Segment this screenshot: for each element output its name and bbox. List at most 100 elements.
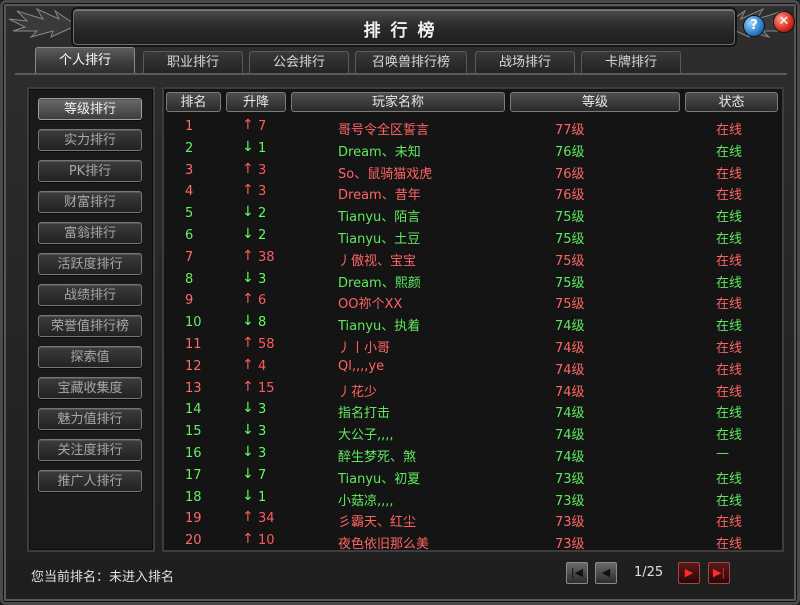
sidebar-item-power[interactable]: 实力排行 (38, 129, 142, 151)
table-row[interactable]: 2 ↓ 1 Dream、未知 76级 在线 (164, 139, 782, 160)
tab-battlefield[interactable]: 战场排行 (475, 51, 575, 73)
sidebar-item-charm[interactable]: 魅力值排行 (38, 408, 142, 430)
level-cell: 76级 (555, 144, 585, 160)
status-cell: 在线 (716, 493, 743, 509)
table-row[interactable]: 3 ↑ 3 So、鼠骑猫戏虎 76级 在线 (164, 161, 782, 182)
status-cell: 在线 (716, 428, 743, 444)
arrow-up-icon: ↑ (242, 160, 254, 177)
column-header-status[interactable]: 状态 (685, 92, 778, 112)
table-row[interactable]: 14 ↓ 3 指名打击 74级 在线 (164, 400, 782, 421)
arrow-down-icon: ↓ (242, 487, 254, 504)
sidebar-item-promoter[interactable]: 推广人排行 (38, 470, 142, 492)
status-cell: 在线 (716, 341, 743, 356)
player-name-cell: 丿傲视、宝宝 (338, 253, 417, 269)
table-row[interactable]: 13 ↑ 15 丿花少 74级 在线 (164, 379, 782, 400)
player-name-cell: Ql,,,,ye (338, 358, 385, 374)
arrow-up-icon: ↑ (242, 182, 254, 199)
change-cell: 3 (258, 424, 267, 440)
first-page-button[interactable]: |◀ (566, 562, 588, 584)
level-cell: 77级 (555, 123, 585, 138)
sidebar-item-treasure[interactable]: 宝藏收集度 (38, 377, 142, 399)
status-cell: 在线 (716, 210, 743, 226)
table-row[interactable]: 17 ↓ 7 Tianyu、初夏 73级 在线 (164, 466, 782, 487)
player-name-cell: 小菇凉,,,, (338, 493, 394, 509)
table-row[interactable]: 20 ↑ 10 夜色依旧那么美 73级 在线 (164, 531, 782, 552)
column-header-change[interactable]: 升降 (226, 92, 286, 112)
tab-card[interactable]: 卡牌排行 (581, 51, 681, 73)
player-name-cell: Tianyu、初夏 (338, 471, 421, 487)
table-row[interactable]: 12 ↑ 4 Ql,,,,ye 74级 在线 (164, 357, 782, 378)
change-cell: 10 (258, 533, 275, 549)
last-page-button[interactable]: ▶| (708, 562, 730, 584)
sidebar-item-wealth[interactable]: 财富排行 (38, 191, 142, 213)
table-row[interactable]: 18 ↓ 1 小菇凉,,,, 73级 在线 (164, 488, 782, 509)
level-cell: 74级 (555, 384, 585, 400)
table-row[interactable]: 15 ↓ 3 大公子,,,, 74级 在线 (164, 422, 782, 443)
sidebar-item-pk[interactable]: PK排行 (38, 160, 142, 182)
table-row[interactable]: 8 ↓ 3 Dream、熙颜 75级 在线 (164, 270, 782, 291)
change-cell: 3 (258, 446, 267, 461)
change-cell: 38 (258, 249, 275, 265)
help-icon[interactable]: ? (743, 15, 765, 37)
rank-cell: 9 (185, 293, 194, 309)
table-row[interactable]: 9 ↑ 6 OO祢个XX 75级 在线 (164, 291, 782, 312)
sidebar-item-honor[interactable]: 荣誉值排行榜 (38, 315, 142, 337)
close-icon[interactable]: ✕ (773, 11, 795, 33)
arrow-up-icon: ↑ (242, 117, 254, 133)
sidebar-item-activity[interactable]: 活跃度排行 (38, 253, 142, 275)
status-cell: 在线 (716, 406, 743, 422)
player-name-cell: So、鼠骑猫戏虎 (338, 166, 433, 182)
player-name-cell: Dream、未知 (338, 144, 421, 160)
rank-cell: 10 (185, 315, 202, 331)
column-header-level[interactable]: 等级 (510, 92, 680, 112)
arrow-up-icon: ↑ (242, 356, 254, 373)
tab-personal[interactable]: 个人排行 (35, 47, 135, 74)
player-name-cell: Tianyu、陌言 (338, 210, 421, 226)
prev-page-icon: ◀ (601, 566, 611, 579)
sidebar-item-battle-record[interactable]: 战绩排行 (38, 284, 142, 306)
table-row[interactable]: 16 ↓ 3 醉生梦死、煞 74级 — (164, 444, 782, 465)
sidebar-item-exploration[interactable]: 探索值 (38, 346, 142, 368)
change-cell: 34 (258, 511, 275, 527)
status-cell: 在线 (716, 188, 743, 204)
sidebar-item-rich[interactable]: 富翁排行 (38, 222, 142, 244)
next-page-button[interactable]: ▶ (678, 562, 700, 584)
table-row[interactable]: 5 ↓ 2 Tianyu、陌言 75级 在线 (164, 204, 782, 225)
sidebar-item-level[interactable]: 等级排行 (38, 98, 142, 120)
left-wing-ornament (8, 7, 74, 38)
table-row[interactable]: 11 ↑ 58 丿丨小哥 74级 在线 (164, 335, 782, 356)
player-name-cell: 醉生梦死、煞 (338, 450, 417, 465)
table-row[interactable]: 7 ↑ 38 丿傲视、宝宝 75级 在线 (164, 248, 782, 269)
column-header-player-name[interactable]: 玩家名称 (291, 92, 505, 112)
rank-cell: 3 (185, 162, 194, 178)
table-row[interactable]: 6 ↓ 2 Tianyu、土豆 75级 在线 (164, 226, 782, 247)
table-row[interactable]: 10 ↓ 8 Tianyu、执着 74级 在线 (164, 313, 782, 334)
first-page-icon: |◀ (570, 566, 584, 579)
current-rank-label: 您当前排名：未进入排名 (31, 570, 175, 585)
tab-summon-beast[interactable]: 召唤兽排行榜 (355, 51, 467, 73)
arrow-up-icon: ↑ (242, 335, 254, 351)
ranking-category-sidebar: 等级排行 实力排行 PK排行 财富排行 富翁排行 活跃度排行 战绩排行 荣誉值排… (27, 87, 155, 552)
arrow-up-icon: ↑ (242, 247, 254, 264)
change-cell: 3 (258, 162, 267, 178)
tab-guild[interactable]: 公会排行 (249, 51, 349, 73)
status-cell: 在线 (716, 384, 743, 400)
rank-cell: 20 (185, 533, 202, 549)
table-row[interactable]: 19 ↑ 34 彡霸天、红尘 73级 在线 (164, 509, 782, 530)
sidebar-item-attention[interactable]: 关注度排行 (38, 439, 142, 461)
tab-profession[interactable]: 职业排行 (143, 51, 243, 73)
last-page-icon: ▶| (712, 566, 726, 579)
arrow-up-icon: ↑ (242, 378, 254, 395)
level-cell: 74级 (555, 406, 585, 422)
change-cell: 2 (258, 206, 267, 222)
table-row[interactable]: 1 ↑ 7 哥号令全区誓言 77级 在线 (164, 117, 782, 138)
table-row[interactable]: 4 ↑ 3 Dream、昔年 76级 在线 (164, 182, 782, 203)
level-cell: 74级 (555, 428, 585, 444)
change-cell: 3 (258, 271, 267, 287)
rank-cell: 13 (185, 380, 202, 396)
status-cell: 在线 (716, 319, 743, 335)
column-header-rank[interactable]: 排名 (166, 92, 221, 112)
prev-page-button[interactable]: ◀ (595, 562, 617, 584)
status-cell: 在线 (716, 537, 743, 553)
level-cell: 73级 (555, 515, 585, 531)
